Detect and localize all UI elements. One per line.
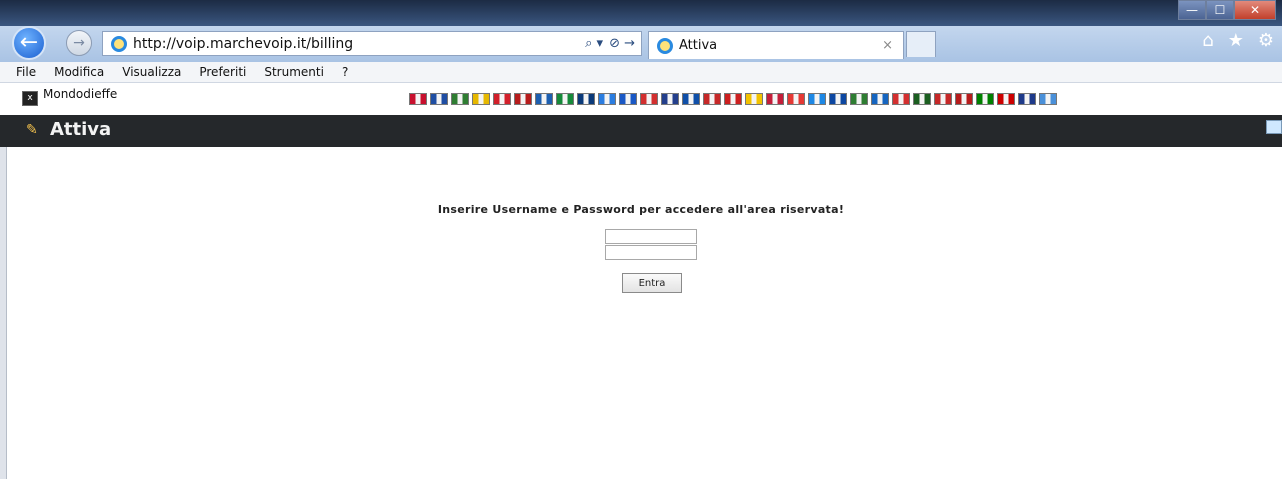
address-tools: ⌕ ▾ ⊘ → — [585, 36, 635, 51]
flag-icon[interactable] — [745, 93, 763, 105]
page-title: Attiva — [50, 119, 112, 140]
flag-icon[interactable] — [934, 93, 952, 105]
flag-icon[interactable] — [703, 93, 721, 105]
flag-icon[interactable] — [829, 93, 847, 105]
flag-icon[interactable] — [1018, 93, 1036, 105]
header-corner-icon[interactable] — [1266, 120, 1282, 134]
tab-title: Attiva — [679, 38, 718, 53]
flag-icon[interactable] — [997, 93, 1015, 105]
forward-button[interactable]: → — [66, 30, 92, 56]
flag-icon[interactable] — [514, 93, 532, 105]
flag-icon[interactable] — [850, 93, 868, 105]
flag-icon[interactable] — [871, 93, 889, 105]
home-icon[interactable]: ⌂ — [1202, 30, 1213, 51]
url-text[interactable]: http://voip.marchevoip.it/billing — [133, 36, 585, 52]
menu-visualizza[interactable]: Visualizza — [122, 65, 181, 79]
window-titlebar — [0, 0, 1282, 26]
address-bar[interactable]: http://voip.marchevoip.it/billing ⌕ ▾ ⊘ … — [102, 31, 642, 56]
flag-icon[interactable] — [913, 93, 931, 105]
menu-help[interactable]: ? — [342, 65, 348, 79]
flag-icon[interactable] — [556, 93, 574, 105]
ie-icon — [111, 35, 127, 52]
flag-icon[interactable] — [640, 93, 658, 105]
browser-right-tools: ⌂ ★ ⚙ — [1202, 30, 1274, 51]
password-field[interactable] — [605, 245, 697, 260]
tab-ie-icon — [657, 37, 673, 54]
flag-icon[interactable] — [577, 93, 595, 105]
close-window-button[interactable]: ✕ — [1234, 0, 1276, 20]
enter-button[interactable]: Entra — [622, 273, 682, 293]
menu-strumenti[interactable]: Strumenti — [264, 65, 324, 79]
new-tab-button[interactable] — [906, 31, 936, 57]
menu-bar: File Modifica Visualizza Preferiti Strum… — [0, 62, 1282, 83]
flag-icon[interactable] — [472, 93, 490, 105]
flag-icon[interactable] — [892, 93, 910, 105]
gear-icon[interactable]: ⚙ — [1258, 30, 1274, 51]
flag-icon[interactable] — [682, 93, 700, 105]
flag-icon[interactable] — [535, 93, 553, 105]
flag-icon[interactable] — [661, 93, 679, 105]
left-frame-edge — [0, 147, 7, 479]
login-instruction: Inserire Username e Password per acceder… — [437, 203, 845, 216]
flag-icon[interactable] — [808, 93, 826, 105]
menu-preferiti[interactable]: Preferiti — [199, 65, 246, 79]
flag-icon[interactable] — [955, 93, 973, 105]
menu-modifica[interactable]: Modifica — [54, 65, 104, 79]
window-controls: — ☐ ✕ — [1178, 0, 1276, 20]
back-button[interactable]: ← — [12, 26, 46, 60]
favorite-site-icon[interactable]: x — [22, 91, 38, 106]
pencil-icon: ✎ — [26, 122, 38, 138]
search-icon[interactable]: ⌕ ▾ — [585, 36, 603, 51]
close-tab-icon[interactable]: × — [882, 38, 893, 53]
flag-icon[interactable] — [724, 93, 742, 105]
minimize-button[interactable]: — — [1178, 0, 1206, 20]
flag-icon[interactable] — [766, 93, 784, 105]
flag-icon[interactable] — [976, 93, 994, 105]
flag-icon[interactable] — [598, 93, 616, 105]
menu-file[interactable]: File — [16, 65, 36, 79]
flag-icon[interactable] — [619, 93, 637, 105]
flag-icon[interactable] — [493, 93, 511, 105]
page-header — [0, 115, 1282, 147]
flag-icon[interactable] — [787, 93, 805, 105]
favorites-star-icon[interactable]: ★ — [1228, 30, 1244, 51]
maximize-button[interactable]: ☐ — [1206, 0, 1234, 20]
favorite-link-mondodieffe[interactable]: Mondodieffe — [43, 87, 117, 101]
username-field[interactable] — [605, 229, 697, 244]
stop-go-icon[interactable]: ⊘ → — [609, 36, 635, 51]
flag-icon[interactable] — [409, 93, 427, 105]
flag-icon[interactable] — [451, 93, 469, 105]
flag-icon[interactable] — [430, 93, 448, 105]
tab-attiva[interactable]: Attiva × — [648, 31, 904, 59]
flag-icon[interactable] — [1039, 93, 1057, 105]
language-flags — [409, 93, 1057, 105]
